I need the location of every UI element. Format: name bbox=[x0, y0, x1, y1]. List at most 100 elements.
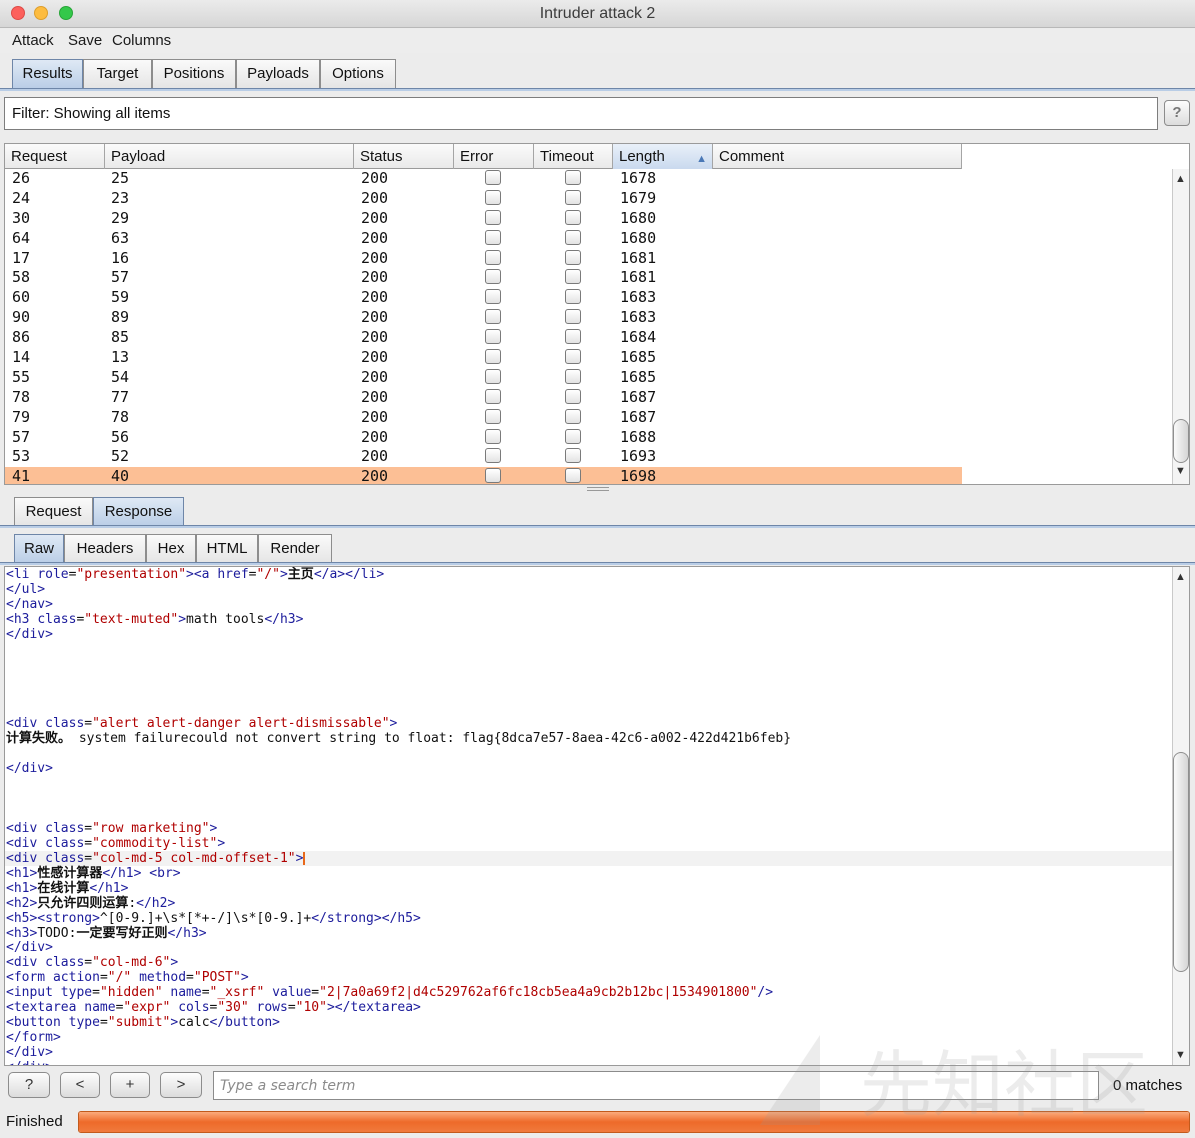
table-row[interactable]: 86 85 200 1684 bbox=[5, 328, 962, 348]
search-help-button[interactable]: ? bbox=[8, 1072, 50, 1098]
timeout-checkbox[interactable] bbox=[565, 209, 581, 225]
cell-length: 1685 bbox=[620, 367, 657, 386]
tab-target[interactable]: Target bbox=[83, 59, 152, 89]
timeout-checkbox[interactable] bbox=[565, 189, 581, 205]
filter-help-button[interactable]: ? bbox=[1164, 100, 1190, 126]
tab-request[interactable]: Request bbox=[14, 497, 93, 527]
timeout-checkbox[interactable] bbox=[565, 329, 581, 345]
tab-payloads[interactable]: Payloads bbox=[236, 59, 320, 89]
error-checkbox[interactable] bbox=[485, 249, 501, 265]
table-row[interactable]: 14 13 200 1685 bbox=[5, 348, 962, 368]
table-row[interactable]: 58 57 200 1681 bbox=[5, 268, 962, 288]
col-request[interactable]: Request bbox=[5, 144, 105, 169]
error-checkbox[interactable] bbox=[485, 329, 501, 345]
error-checkbox[interactable] bbox=[485, 408, 501, 424]
timeout-checkbox[interactable] bbox=[565, 388, 581, 404]
error-checkbox[interactable] bbox=[485, 349, 501, 365]
table-row[interactable]: 79 78 200 1687 bbox=[5, 408, 962, 428]
timeout-checkbox[interactable] bbox=[565, 408, 581, 424]
search-input[interactable] bbox=[214, 1072, 1098, 1099]
menu-attack[interactable]: Attack bbox=[12, 32, 54, 49]
response-text[interactable]: <li role="presentation"><a href="/">主页</… bbox=[5, 567, 1175, 1065]
code-token: <li bbox=[6, 567, 38, 582]
error-checkbox[interactable] bbox=[485, 229, 501, 245]
table-row[interactable]: 64 63 200 1680 bbox=[5, 229, 962, 249]
table-row[interactable]: 24 23 200 1679 bbox=[5, 189, 962, 209]
timeout-checkbox[interactable] bbox=[565, 249, 581, 265]
timeout-checkbox[interactable] bbox=[565, 229, 581, 245]
tab-hex[interactable]: Hex bbox=[146, 534, 196, 564]
tab-html[interactable]: HTML bbox=[196, 534, 258, 564]
scroll-up-icon[interactable]: ▲ bbox=[1175, 173, 1186, 185]
cell-status: 200 bbox=[361, 328, 389, 347]
code-token: 主页 bbox=[287, 567, 314, 582]
tab-results[interactable]: Results bbox=[12, 59, 83, 89]
search-add-button[interactable]: + bbox=[110, 1072, 150, 1098]
error-checkbox[interactable] bbox=[485, 209, 501, 225]
scroll-down-icon[interactable]: ▼ bbox=[1175, 465, 1186, 477]
code-line: <h5><strong>^[0-9.]+\s*[*+-/]\s*[0-9.]+<… bbox=[5, 911, 1175, 926]
error-checkbox[interactable] bbox=[485, 388, 501, 404]
table-row[interactable]: 55 54 200 1685 bbox=[5, 368, 962, 388]
split-pane-divider[interactable] bbox=[587, 487, 609, 491]
table-row[interactable]: 26 25 200 1678 bbox=[5, 169, 962, 189]
table-scroll-thumb[interactable] bbox=[1173, 419, 1189, 463]
col-comment[interactable]: Comment bbox=[713, 144, 962, 169]
timeout-checkbox[interactable] bbox=[565, 428, 581, 444]
response-scroll-down-icon[interactable]: ▼ bbox=[1175, 1049, 1186, 1061]
response-scroll-up-icon[interactable]: ▲ bbox=[1175, 571, 1186, 583]
error-checkbox[interactable] bbox=[485, 309, 501, 325]
tab-positions[interactable]: Positions bbox=[152, 59, 236, 89]
table-row[interactable]: 90 89 200 1683 bbox=[5, 308, 962, 328]
error-checkbox[interactable] bbox=[485, 170, 501, 185]
error-checkbox[interactable] bbox=[485, 468, 501, 484]
timeout-checkbox[interactable] bbox=[565, 170, 581, 185]
table-row[interactable]: 17 16 200 1681 bbox=[5, 249, 962, 269]
error-checkbox[interactable] bbox=[485, 289, 501, 305]
col-length[interactable]: Length ▲ bbox=[613, 144, 713, 169]
timeout-checkbox[interactable] bbox=[565, 468, 581, 484]
error-checkbox[interactable] bbox=[485, 428, 501, 444]
table-row[interactable]: 57 56 200 1688 bbox=[5, 428, 962, 448]
tab-headers[interactable]: Headers bbox=[64, 534, 146, 564]
timeout-checkbox[interactable] bbox=[565, 448, 581, 464]
tab-raw[interactable]: Raw bbox=[14, 534, 64, 564]
error-checkbox[interactable] bbox=[485, 368, 501, 384]
cell-length: 1684 bbox=[620, 328, 657, 347]
tab-options[interactable]: Options bbox=[320, 59, 396, 89]
cell-payload: 63 bbox=[111, 228, 130, 247]
timeout-checkbox[interactable] bbox=[565, 368, 581, 384]
table-scrollbar[interactable]: ▲ ▼ bbox=[1172, 169, 1189, 484]
response-editor[interactable]: <li role="presentation"><a href="/">主页</… bbox=[4, 566, 1190, 1066]
timeout-checkbox[interactable] bbox=[565, 309, 581, 325]
response-scroll-thumb[interactable] bbox=[1173, 752, 1189, 972]
table-row[interactable]: 41 40 200 1698 bbox=[5, 467, 962, 484]
timeout-checkbox[interactable] bbox=[565, 349, 581, 365]
table-row[interactable]: 30 29 200 1680 bbox=[5, 209, 962, 229]
col-status[interactable]: Status bbox=[354, 144, 454, 169]
col-payload[interactable]: Payload bbox=[105, 144, 354, 169]
table-row[interactable]: 78 77 200 1687 bbox=[5, 388, 962, 408]
code-token: "alert alert-danger alert-dismissable" bbox=[92, 716, 390, 732]
table-row[interactable]: 53 52 200 1693 bbox=[5, 447, 962, 467]
error-checkbox[interactable] bbox=[485, 448, 501, 464]
search-field[interactable] bbox=[213, 1071, 1099, 1100]
response-scrollbar[interactable]: ▲ ▼ bbox=[1172, 567, 1189, 1065]
menu-save[interactable]: Save bbox=[68, 32, 102, 49]
tab-response[interactable]: Response bbox=[93, 497, 184, 527]
error-checkbox[interactable] bbox=[485, 269, 501, 285]
table-row[interactable]: 60 59 200 1683 bbox=[5, 288, 962, 308]
filter-bar[interactable]: Filter: Showing all items bbox=[4, 97, 1158, 130]
search-next-button[interactable]: > bbox=[160, 1072, 202, 1098]
col-timeout[interactable]: Timeout bbox=[534, 144, 613, 169]
col-error[interactable]: Error bbox=[454, 144, 534, 169]
menu-columns[interactable]: Columns bbox=[112, 32, 171, 49]
tab-render[interactable]: Render bbox=[258, 534, 332, 564]
error-checkbox[interactable] bbox=[485, 189, 501, 205]
timeout-checkbox[interactable] bbox=[565, 269, 581, 285]
search-prev-button[interactable]: < bbox=[60, 1072, 100, 1098]
cell-status: 200 bbox=[361, 228, 389, 247]
timeout-checkbox[interactable] bbox=[565, 289, 581, 305]
